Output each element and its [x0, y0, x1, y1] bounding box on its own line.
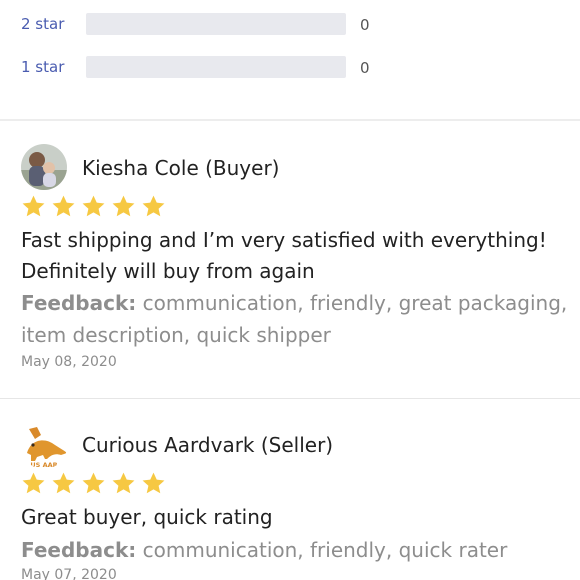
review-feedback: Feedback: communication, friendly, quick… [21, 534, 576, 566]
rating-label[interactable]: 2 star [21, 15, 64, 33]
reviewer-name[interactable]: Curious Aardvark (Seller) [82, 433, 333, 457]
rating-bar [86, 56, 346, 78]
review-card: Kiesha Cole (Buyer) Fast shipping and I’… [0, 122, 580, 398]
star-icon [142, 472, 165, 494]
star-icon [52, 195, 75, 217]
avatar[interactable]: US AAR [21, 423, 67, 469]
rating-count: 0 [360, 16, 370, 34]
star-icon [22, 195, 45, 217]
aardvark-logo-icon: US AAR [21, 423, 67, 469]
star-icon [112, 195, 135, 217]
star-icon [82, 195, 105, 217]
star-rating [21, 194, 166, 220]
star-icon [112, 472, 135, 494]
rating-row-1-star: 1 star 0 [0, 53, 580, 83]
star-icon [142, 195, 165, 217]
rating-row-2-star: 2 star 0 [0, 10, 580, 40]
review-date: May 07, 2020 [21, 567, 117, 580]
feedback-label: Feedback: [21, 538, 137, 562]
svg-text:US AAR: US AAR [30, 461, 57, 469]
review-text: Great buyer, quick rating [21, 505, 273, 529]
star-icon [52, 472, 75, 494]
review-text: Fast shipping and I’m very satisfied wit… [21, 228, 547, 283]
star-rating [21, 471, 166, 497]
rating-bar [86, 13, 346, 35]
feedback-text: communication, friendly, quick rater [142, 538, 508, 562]
reviewer-name[interactable]: Kiesha Cole (Buyer) [82, 156, 279, 180]
review-date: May 08, 2020 [21, 354, 117, 370]
review-feedback: Feedback: communication, friendly, great… [21, 287, 576, 351]
star-icon [22, 472, 45, 494]
rating-count: 0 [360, 59, 370, 77]
avatar[interactable] [21, 144, 67, 190]
star-icon [82, 472, 105, 494]
feedback-label: Feedback: [21, 291, 137, 315]
review-card: US AAR Curious Aardvark (Seller) Great b… [0, 399, 580, 580]
reviews-page: 2 star 0 1 star 0 Kiesha Cole (Buyer) Fa… [0, 0, 580, 580]
rating-label[interactable]: 1 star [21, 58, 64, 76]
section-divider [0, 119, 580, 121]
